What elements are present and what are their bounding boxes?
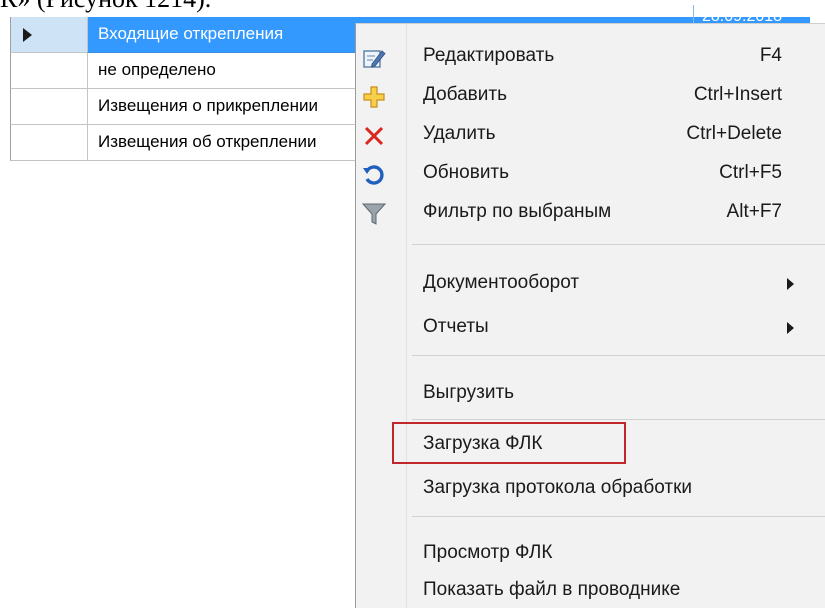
menu-item-shortcut: Ctrl+F5 (719, 162, 782, 183)
menu-item-label: Обновить (423, 162, 510, 183)
menu-item-reports[interactable]: Отчеты (356, 308, 825, 348)
menu-item-document-flow[interactable]: Документооборот (356, 264, 825, 304)
menu-separator (412, 244, 825, 245)
row-indicator[interactable] (10, 53, 87, 89)
menu-item-load-flk[interactable]: Загрузка ФЛК (356, 422, 825, 468)
menu-item-label: Фильтр по выбраным (423, 201, 612, 222)
row-indicator[interactable] (10, 17, 87, 53)
edit-icon (363, 50, 386, 68)
menu-item-shortcut: Alt+F7 (726, 201, 782, 222)
row-indicator[interactable] (10, 89, 87, 125)
menu-item-show-in-explorer[interactable]: Показать файл в проводнике (356, 571, 825, 611)
menu-item-label: Просмотр ФЛК (423, 542, 553, 563)
add-icon (363, 86, 385, 108)
row-indicator[interactable] (10, 125, 87, 161)
menu-item-refresh[interactable]: Обновить Ctrl+F5 (356, 154, 825, 194)
submenu-arrow-icon (787, 278, 794, 290)
menu-separator (412, 419, 825, 420)
menu-item-filter[interactable]: Фильтр по выбраным Alt+F7 (356, 193, 825, 233)
menu-item-label: Загрузка ФЛК (423, 433, 543, 454)
menu-item-label: Показать файл в проводнике (423, 579, 681, 600)
menu-item-edit[interactable]: Редактировать F4 (356, 37, 825, 77)
menu-item-label: Документооборот (423, 272, 580, 293)
menu-item-view-flk[interactable]: Просмотр ФЛК (356, 534, 825, 574)
menu-item-shortcut: Ctrl+Insert (693, 84, 782, 105)
menu-separator (412, 516, 825, 517)
filter-icon (361, 203, 387, 225)
menu-item-label: Добавить (423, 84, 507, 105)
document-caption: К» (Рисунок 1214). (0, 0, 211, 14)
refresh-icon (363, 165, 384, 185)
current-row-arrow-icon (23, 28, 32, 42)
menu-item-label: Удалить (423, 123, 496, 144)
menu-item-load-protocol[interactable]: Загрузка протокола обработки (356, 469, 825, 509)
menu-item-add[interactable]: Добавить Ctrl+Insert (356, 76, 825, 116)
menu-item-label: Редактировать (423, 45, 555, 66)
menu-item-shortcut: F4 (759, 45, 782, 66)
menu-item-delete[interactable]: Удалить Ctrl+Delete (356, 115, 825, 155)
delete-icon (364, 126, 384, 146)
context-menu: Редактировать F4 Добавить Ctrl+Insert Уд… (355, 23, 825, 608)
submenu-arrow-icon (787, 322, 794, 334)
menu-item-export[interactable]: Выгрузить (356, 374, 825, 414)
menu-separator (412, 355, 825, 356)
menu-item-label: Загрузка протокола обработки (423, 477, 693, 498)
menu-item-label: Выгрузить (423, 382, 515, 403)
menu-item-shortcut: Ctrl+Delete (686, 123, 782, 144)
menu-item-label: Отчеты (423, 316, 489, 337)
